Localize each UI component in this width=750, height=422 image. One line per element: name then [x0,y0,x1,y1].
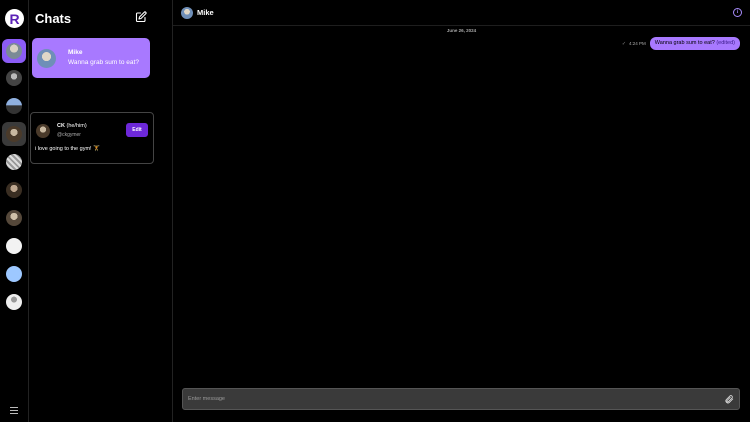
attachment-icon[interactable] [724,394,734,404]
read-check-icon: ✓ [621,40,627,47]
profile-display-name: CK [57,123,65,129]
app-logo-letter: R [9,10,20,27]
profile-name: CK (he/him) [57,123,87,129]
rail-avatar-2[interactable] [2,66,26,90]
profile-avatar [36,124,50,138]
avatar [37,49,56,68]
profile-pronouns: (he/him) [66,123,87,129]
rail-avatar-6[interactable] [2,178,26,202]
info-icon[interactable]: i [733,8,742,17]
server-rail: R [0,0,29,422]
avatar [6,238,22,254]
avatar [6,294,22,310]
rail-avatar-10[interactable] [2,290,26,314]
message-bubble[interactable]: Wanna grab sum to eat? (edited) [649,37,740,50]
menu-icon[interactable] [10,407,18,414]
chat-name: Mike [68,49,83,56]
avatar [6,182,22,198]
avatar [6,126,22,142]
message-input[interactable] [188,393,708,404]
rail-avatar-7[interactable] [2,206,26,230]
chat-preview: Wanna grab sum to eat? [68,59,139,66]
chat-list-item-mike[interactable]: Mike Wanna grab sum to eat? [32,38,150,78]
chats-title: Chats [35,11,72,26]
conversation-avatar [181,7,193,19]
app-logo[interactable]: R [5,9,24,28]
rail-avatar-mike[interactable] [2,39,26,63]
avatar [6,266,22,282]
profile-bio: i love going to the gym! 🏋 [35,146,100,152]
profile-handle: @ckgymer [57,132,81,138]
rail-avatar-8[interactable] [2,234,26,258]
avatar [6,70,22,86]
avatar [6,210,22,226]
rail-avatar-3[interactable] [2,94,26,118]
avatar [6,154,22,170]
message-row: ✓ 4:24 PM Wanna grab sum to eat? (edited… [622,37,740,50]
rail-avatar-ck[interactable] [2,122,26,146]
compose-icon[interactable] [135,11,147,23]
message-composer [182,388,740,410]
date-divider: June 26, 2024 [446,28,477,33]
conversation-title: Mike [197,8,214,17]
edited-label: (edited) [716,40,735,46]
conversation-header: Mike i [173,0,750,26]
conversation-pane: Mike i June 26, 2024 ✓ 4:24 PM Wanna gra… [173,0,750,422]
avatar [6,98,22,114]
profile-card: CK (he/him) @ckgymer Edit i love going t… [30,112,154,164]
avatar [6,43,22,59]
rail-avatar-5[interactable] [2,150,26,174]
message-text: Wanna grab sum to eat? [654,40,715,46]
rail-avatar-9[interactable] [2,262,26,286]
edit-profile-button[interactable]: Edit [126,123,148,137]
message-time: 4:24 PM [629,41,646,46]
chat-list-panel: Chats Mike Wanna grab sum to eat? CK (he… [28,0,173,422]
